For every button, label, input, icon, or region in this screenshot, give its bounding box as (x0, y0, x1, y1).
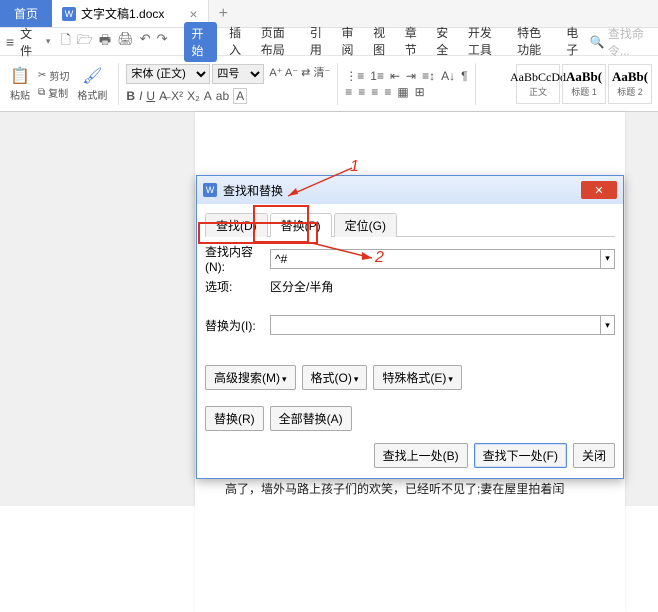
file-dropdown-icon[interactable]: ▾ (46, 36, 51, 47)
replace-button[interactable]: 替换(R) (205, 406, 264, 431)
qat-print-icon[interactable]: 🖨 (117, 31, 134, 53)
replace-all-button[interactable]: 全部替换(A) (270, 406, 352, 431)
super-button[interactable]: X² (171, 89, 183, 103)
linespace-button[interactable]: ≡↕ (422, 69, 435, 83)
bold-button[interactable]: B (126, 89, 135, 103)
dialog-tab-goto[interactable]: 定位(G) (334, 213, 397, 237)
find-replace-dialog: W 查找和替换 ✕ 查找(D) 替换(P) 定位(G) 查找内容(N): ▾ 选… (196, 175, 624, 479)
find-input[interactable] (270, 249, 601, 269)
format-painter-button[interactable]: 🖌 格式刷 (73, 66, 111, 102)
tab-home[interactable]: 首页 (0, 0, 52, 27)
align-justify-button[interactable]: ≡ (384, 85, 391, 99)
shading-button[interactable]: ▦ (397, 85, 408, 99)
style-normal[interactable]: AaBbCcDd正文 (516, 64, 560, 104)
dialog-close-button[interactable]: ✕ (581, 181, 617, 199)
separator (337, 63, 338, 105)
file-menu[interactable]: 文件 (20, 25, 40, 59)
align-left-button[interactable]: ≡ (345, 85, 352, 99)
copy-button[interactable]: ⧉复制 (38, 85, 69, 100)
align-right-button[interactable]: ≡ (371, 85, 378, 99)
paste-button[interactable]: 📋 粘贴 (6, 66, 34, 102)
hamburger-icon[interactable]: ≡ (6, 34, 14, 50)
word-icon: W (62, 7, 76, 21)
options-label: 选项: (205, 278, 270, 295)
ribbon-tab-review[interactable]: 审阅 (340, 22, 362, 62)
font-name-select[interactable]: 宋体 (正文) (126, 64, 210, 84)
dialog-tab-find[interactable]: 查找(D) (205, 213, 268, 237)
align-center-button[interactable]: ≡ (358, 85, 365, 99)
ribbon-tab-elec[interactable]: 电子 (564, 22, 586, 62)
tab-document-label: 文字文稿1.docx (81, 5, 164, 22)
ribbon-tab-insert[interactable]: 插入 (227, 22, 249, 62)
style-heading1[interactable]: AaBb(标题 1 (562, 64, 606, 104)
strike-button[interactable]: A̶ (159, 89, 167, 103)
brush-icon: 🖌 (82, 66, 102, 86)
replace-dropdown-icon[interactable]: ▾ (601, 315, 615, 335)
underline-button[interactable]: U (146, 89, 155, 103)
format-button[interactable]: 格式(O) (302, 365, 368, 390)
dialog-tab-replace[interactable]: 替换(P) (270, 213, 332, 237)
cut-button[interactable]: ✂剪切 (38, 68, 69, 83)
qat-open-icon[interactable]: 🗁 (77, 31, 93, 53)
ribbon-tab-feature[interactable]: 特色功能 (515, 22, 554, 62)
highlight-button[interactable]: ab (216, 89, 229, 103)
annotation-1: 1 (350, 158, 359, 176)
find-next-button[interactable]: 查找下一处(F) (474, 443, 567, 468)
sub-button[interactable]: X₂ (187, 89, 200, 103)
separator (475, 63, 476, 105)
italic-button[interactable]: I (139, 89, 142, 103)
ribbon-tab-security[interactable]: 安全 (434, 22, 456, 62)
sort-button[interactable]: A↓ (441, 69, 455, 83)
separator (118, 63, 119, 105)
options-value: 区分全/半角 (270, 278, 333, 295)
advanced-search-button[interactable]: 高级搜索(M) (205, 365, 296, 390)
dialog-title: 查找和替换 (223, 182, 283, 199)
find-dropdown-icon[interactable]: ▾ (601, 249, 615, 269)
copy-icon: ⧉ (38, 87, 45, 98)
find-label: 查找内容(N): (205, 243, 270, 274)
annotation-2: 2 (375, 249, 384, 267)
search-input[interactable]: 查找命令... (608, 25, 652, 59)
indent-dec-button[interactable]: ⇤ (390, 69, 400, 83)
qat-save-icon[interactable]: 🖶 (99, 31, 111, 53)
scissors-icon: ✂ (38, 70, 46, 81)
ribbon-tab-layout[interactable]: 页面布局 (259, 22, 298, 62)
ribbon-tab-chapter[interactable]: 章节 (403, 22, 425, 62)
numbering-button[interactable]: 1≡ (370, 69, 384, 83)
replace-label: 替换为(I): (205, 317, 270, 334)
font-size-select[interactable]: 四号 (212, 64, 264, 84)
borders-button[interactable]: ⊞ (415, 85, 425, 99)
font-color-button[interactable]: A (204, 89, 212, 103)
close-icon[interactable]: × (189, 6, 197, 22)
style-heading2[interactable]: AaBb(标题 2 (608, 64, 652, 104)
ribbon-tab-dev[interactable]: 开发工具 (466, 22, 505, 62)
ribbon-tab-start[interactable]: 开始 (184, 22, 218, 62)
qat-new-icon[interactable]: 🗋 (60, 31, 70, 53)
clipboard-icon: 📋 (10, 66, 30, 86)
new-tab-button[interactable]: + (209, 5, 238, 23)
clear-format-button[interactable]: A (233, 88, 247, 104)
showmarks-button[interactable]: ¶ (461, 69, 467, 83)
find-prev-button[interactable]: 查找上一处(B) (374, 443, 468, 468)
special-format-button[interactable]: 特殊格式(E) (373, 365, 462, 390)
close-button[interactable]: 关闭 (573, 443, 615, 468)
dialog-app-icon: W (203, 183, 217, 197)
replace-input[interactable] (270, 315, 601, 335)
search-icon: 🔍 (590, 35, 605, 49)
ribbon-tab-view[interactable]: 视图 (371, 22, 393, 62)
bullets-button[interactable]: ⋮≡ (345, 69, 364, 83)
indent-inc-button[interactable]: ⇥ (406, 69, 416, 83)
qat-undo-icon[interactable]: ↶ (140, 31, 151, 53)
ribbon-tab-ref[interactable]: 引用 (308, 22, 330, 62)
qat-redo-icon[interactable]: ↷ (157, 31, 168, 53)
